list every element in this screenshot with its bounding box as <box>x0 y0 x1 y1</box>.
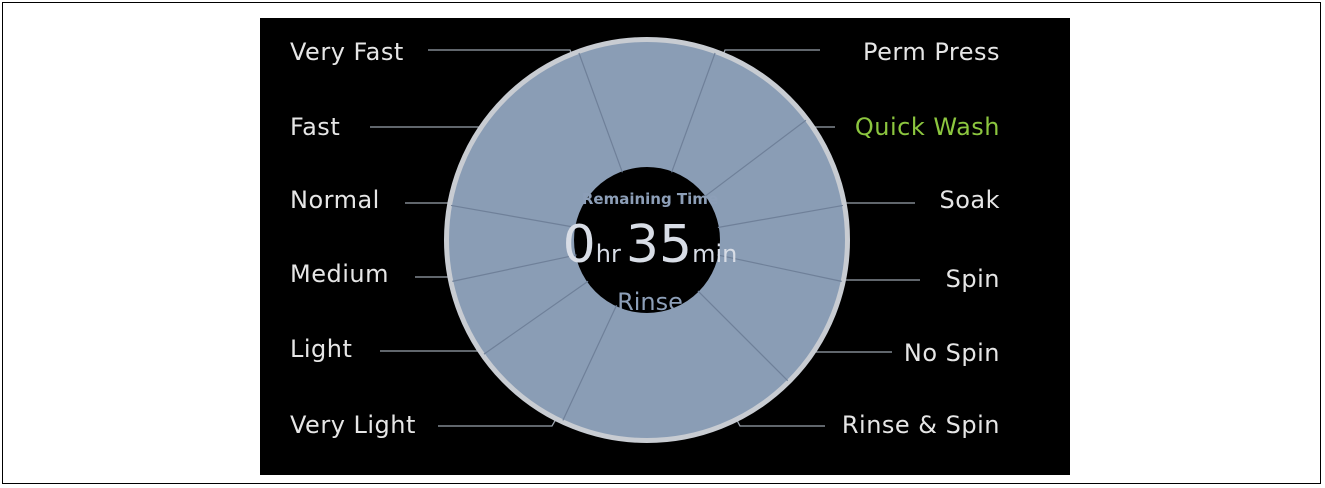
option-soak[interactable]: Soak <box>939 185 1000 215</box>
option-fast[interactable]: Fast <box>290 112 340 142</box>
cycle-phase: Rinse <box>617 288 683 316</box>
option-spin[interactable]: Spin <box>946 264 1000 294</box>
option-very-light[interactable]: Very Light <box>290 410 416 440</box>
washer-control-panel: Very Fast Fast Normal Medium Light Very … <box>260 18 1070 475</box>
option-light[interactable]: Light <box>290 334 352 364</box>
remaining-hours: 0 <box>562 215 596 275</box>
option-normal[interactable]: Normal <box>290 185 380 215</box>
hours-unit: hr <box>595 240 621 268</box>
remaining-time-label: Remaining Time <box>581 190 719 208</box>
option-medium[interactable]: Medium <box>290 259 389 289</box>
option-very-fast[interactable]: Very Fast <box>290 37 404 67</box>
option-no-spin[interactable]: No Spin <box>904 338 1000 368</box>
minutes-unit: min <box>692 240 738 268</box>
option-quick-wash[interactable]: Quick Wash <box>855 112 1000 142</box>
option-rinse-and-spin[interactable]: Rinse & Spin <box>842 410 1000 440</box>
remaining-time-readout: 0hr 35min <box>520 213 780 277</box>
remaining-minutes: 35 <box>625 215 693 275</box>
option-perm-press[interactable]: Perm Press <box>863 37 1000 67</box>
